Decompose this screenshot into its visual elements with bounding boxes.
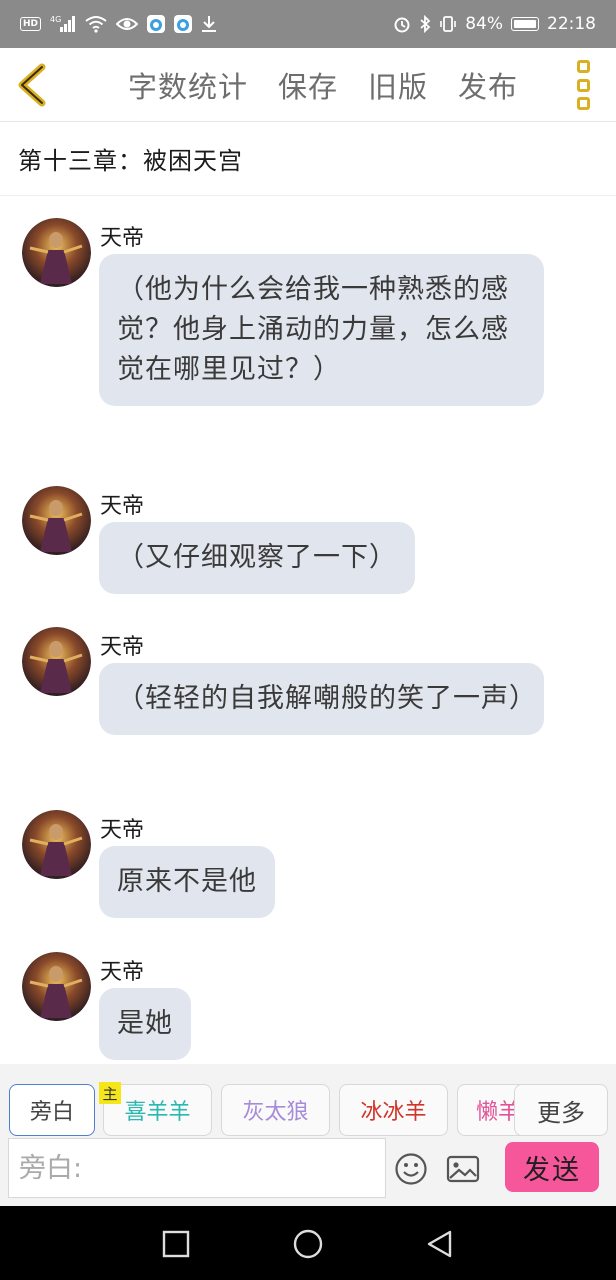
home-icon[interactable] — [292, 1228, 324, 1260]
wifi-icon — [85, 15, 107, 33]
chapter-title[interactable]: 第十三章：被困天宫 — [18, 141, 243, 176]
back-icon[interactable] — [424, 1228, 456, 1260]
avatar[interactable] — [22, 810, 91, 879]
battery-icon — [511, 17, 539, 31]
word-count-button[interactable]: 字数统计 — [128, 64, 248, 106]
eye-icon — [116, 16, 139, 32]
toolbar-actions: 字数统计 保存 旧版 发布 — [128, 48, 518, 122]
message-bubble[interactable]: 原来不是他 — [99, 846, 275, 918]
role-chip-huitailang[interactable]: 灰太狼 — [221, 1084, 330, 1136]
main-role-badge: 主 — [99, 1082, 121, 1104]
top-toolbar: 字数统计 保存 旧版 发布 — [0, 48, 616, 122]
avatar[interactable] — [22, 218, 91, 287]
avatar[interactable] — [22, 486, 91, 555]
signal-icon: 4G — [50, 15, 76, 33]
speaker-name: 天帝 — [100, 635, 145, 660]
emoji-icon[interactable] — [394, 1152, 428, 1186]
speaker-name: 天帝 — [100, 226, 145, 251]
recent-apps-icon[interactable] — [160, 1228, 192, 1260]
image-icon[interactable] — [446, 1154, 480, 1184]
speaker-name: 天帝 — [100, 494, 145, 519]
message-bubble[interactable]: （他为什么会给我一种熟悉的感觉？他身上涌动的力量，怎么感觉在哪里见过？） — [99, 254, 544, 406]
system-nav-bar — [0, 1206, 616, 1280]
role-selector: 旁白 喜羊羊 主 灰太狼 冰冰羊 懒羊 更多 — [0, 1064, 616, 1138]
message-input[interactable] — [8, 1138, 386, 1198]
vibrate-icon — [439, 15, 457, 33]
role-chip-narrator[interactable]: 旁白 — [9, 1084, 95, 1136]
hd-icon: HD — [20, 17, 42, 31]
more-roles-button[interactable]: 更多 — [514, 1084, 608, 1136]
publish-button[interactable]: 发布 — [458, 64, 518, 106]
message-list[interactable]: 天帝 （他为什么会给我一种熟悉的感觉？他身上涌动的力量，怎么感觉在哪里见过？） … — [0, 196, 616, 1064]
old-version-button[interactable]: 旧版 — [368, 64, 428, 106]
status-bar: HD 4G 84% 22:18 — [0, 0, 616, 48]
send-button[interactable]: 发送 — [505, 1142, 599, 1192]
svg-text:4G: 4G — [50, 15, 61, 24]
more-vertical-icon[interactable] — [572, 60, 594, 110]
message-bubble[interactable]: 是她 — [99, 988, 191, 1060]
chevron-left-icon — [18, 63, 46, 107]
app-icon — [147, 15, 166, 33]
message-bubble[interactable]: （又仔细观察了一下） — [99, 522, 415, 594]
bluetooth-icon — [419, 15, 431, 33]
alarm-icon — [393, 15, 411, 33]
avatar[interactable] — [22, 952, 91, 1021]
role-chip-bingbingyang[interactable]: 冰冰羊 — [339, 1084, 448, 1136]
back-button[interactable] — [14, 62, 54, 108]
input-bar: 发送 — [0, 1138, 616, 1206]
app-icon — [174, 15, 193, 33]
message-bubble[interactable]: （轻轻的自我解嘲般的笑了一声） — [99, 663, 544, 735]
download-icon — [201, 15, 217, 33]
avatar[interactable] — [22, 627, 91, 696]
clock: 22:18 — [547, 14, 596, 34]
save-button[interactable]: 保存 — [278, 64, 338, 106]
speaker-name: 天帝 — [100, 818, 145, 843]
speaker-name: 天帝 — [100, 960, 145, 985]
battery-percent: 84% — [465, 14, 503, 34]
chapter-header: 第十三章：被困天宫 — [0, 122, 616, 196]
